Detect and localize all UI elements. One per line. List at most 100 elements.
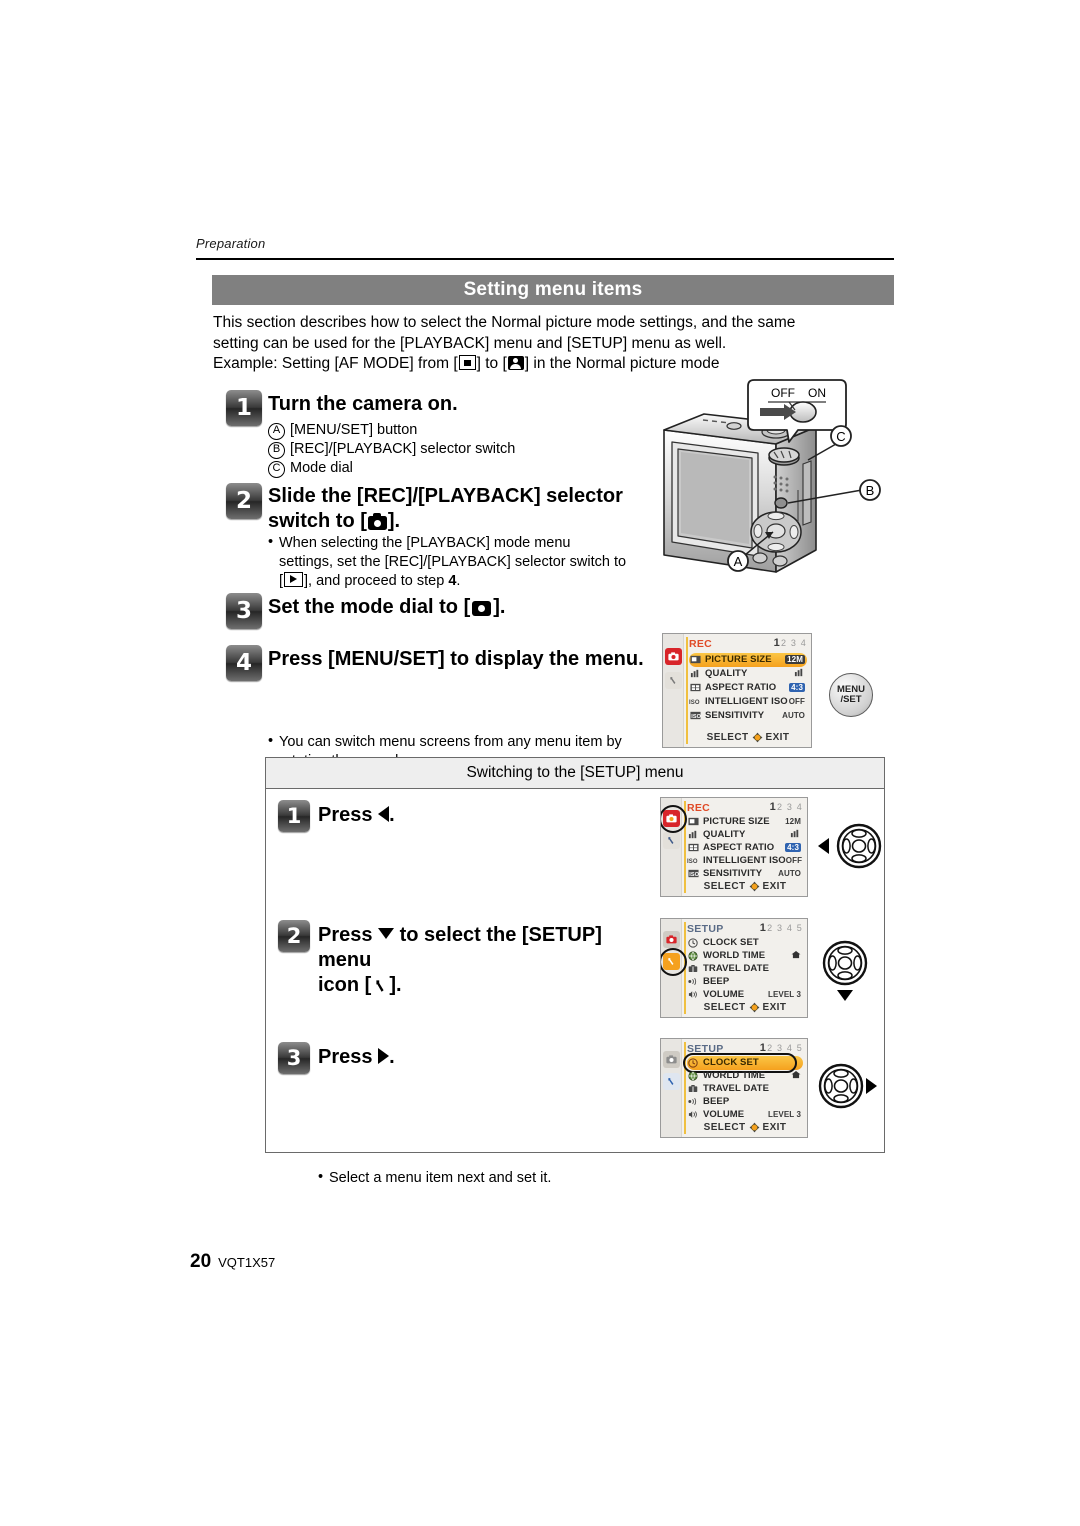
right-arrow-indicator <box>866 1078 877 1094</box>
beep-icon <box>687 1097 699 1106</box>
switch-on-label: ON <box>808 386 826 400</box>
lcd-setup-menu-sub3: SETUP 12 3 4 5 CLOCK SET WORLD TIME TRAV… <box>660 1038 808 1138</box>
menu-value: 4:3 <box>785 843 801 853</box>
dpad-left[interactable] <box>836 823 882 869</box>
svg-text:ISO: ISO <box>691 714 701 720</box>
lcd-title: REC <box>687 802 711 814</box>
tab-rec-icon[interactable] <box>663 1051 680 1068</box>
menu-row-beep[interactable]: BEEP <box>687 975 803 989</box>
menu-label: INTELLIGENT ISO <box>705 696 788 708</box>
manual-page: Preparation Setting menu items This sect… <box>0 0 1080 1526</box>
lcd-page-rest: 2 3 4 <box>780 638 807 648</box>
aspect-ratio-icon <box>689 683 701 692</box>
menu-row-travel-date[interactable]: TRAVEL DATE <box>687 962 803 976</box>
sub-step-2-title-line-1: Press to select the [SETUP] menu <box>318 923 658 973</box>
lcd-footer-select: SELECT <box>703 1001 746 1013</box>
step-3-title-suffix: ]. <box>493 596 506 618</box>
menu-row-beep[interactable]: BEEP <box>687 1095 803 1109</box>
tab-rec-icon[interactable] <box>663 931 680 948</box>
lcd-page-indicator: 12 3 4 <box>770 801 803 813</box>
menu-value: LEVEL 3 <box>767 990 801 1000</box>
menu-row-travel-date[interactable]: TRAVEL DATE <box>687 1082 803 1096</box>
menu-row-sensitivity[interactable]: ISO SENSITIVITY AUTO <box>689 709 807 723</box>
menu-value: AUTO <box>778 869 801 879</box>
down-arrow-indicator <box>837 990 853 1001</box>
lcd-footer-select: SELECT <box>703 880 746 892</box>
step-4-title: Press [MENU/SET] to display the menu. <box>268 648 644 670</box>
menu-label: INTELLIGENT ISO <box>703 855 786 867</box>
step-2-bullet: When selecting the [PLAYBACK] mode menu … <box>268 533 669 591</box>
lcd-title: REC <box>689 638 713 650</box>
world-time-icon <box>687 1071 699 1081</box>
dpad-svg <box>818 1063 864 1109</box>
lcd-footer-bar: SELECT EXIT <box>687 1000 803 1014</box>
lcd-title: SETUP <box>687 923 724 935</box>
menu-row-aspect-ratio[interactable]: ASPECT RATIO 4:3 <box>687 841 803 855</box>
tab-setup-icon[interactable] <box>663 832 680 849</box>
sub-step-3-bullet: Select a menu item next and set it. <box>318 1168 659 1188</box>
step-3-number: 3 <box>226 593 262 629</box>
menu-label: PICTURE SIZE <box>705 654 772 666</box>
sub-step-1-title-prefix: Press <box>318 804 379 826</box>
lcd-setup-menu-sub2: SETUP 12 3 4 5 CLOCK SET WORLD TIME TRAV… <box>660 918 808 1018</box>
spot-af-icon <box>458 355 476 370</box>
callout-b-letter: B <box>268 442 285 459</box>
lcd-page-rest: 2 3 4 5 <box>767 1043 803 1053</box>
face-detection-icon <box>507 356 524 370</box>
sub-step-2-number: 2 <box>278 920 310 952</box>
tab-setup-icon[interactable] <box>665 672 682 689</box>
menu-row-quality[interactable]: QUALITY <box>689 667 807 681</box>
step-1-number: 1 <box>226 390 262 426</box>
callout-c-text: Mode dial <box>290 460 353 476</box>
highlight-ellipse-tab <box>661 805 687 833</box>
camera-illustration: OFF ON C B A <box>648 372 898 587</box>
menu-value <box>791 1070 801 1081</box>
menu-row-intelligent-iso[interactable]: ISO INTELLIGENT ISO OFF <box>687 854 803 868</box>
dpad-down[interactable] <box>822 940 868 986</box>
menu-row-aspect-ratio[interactable]: ASPECT RATIO 4:3 <box>689 681 807 695</box>
dpad-right[interactable] <box>818 1063 864 1109</box>
lcd-rec-menu-sub1: REC 12 3 4 PICTURE SIZE 12M QUALITY ASPE… <box>660 797 808 897</box>
quality-icon <box>689 669 701 678</box>
step-1-title: Turn the camera on. <box>268 393 458 415</box>
header-rule <box>196 258 894 260</box>
lcd-page-current: 1 <box>773 637 781 649</box>
menu-set-button[interactable]: MENU /SET <box>829 673 873 717</box>
rec-mode-camera-icon <box>367 513 387 530</box>
menu-row-quality[interactable]: QUALITY <box>687 828 803 842</box>
step-4-bullet-line-1: You can switch menu screens from any men… <box>279 734 622 750</box>
menu-label: SENSITIVITY <box>703 868 763 880</box>
tab-setup-icon[interactable] <box>663 1073 680 1090</box>
menu-row-picture-size[interactable]: PICTURE SIZE 12M <box>687 815 803 829</box>
menu-label: WORLD TIME <box>703 1070 766 1082</box>
step-4-number: 4 <box>226 645 262 681</box>
joystick-icon <box>749 1122 760 1133</box>
callout-b: B [REC]/[PLAYBACK] selector switch <box>268 440 668 459</box>
step-2-number: 2 <box>226 483 262 519</box>
left-arrow-indicator <box>818 838 829 854</box>
step-2-bullet-line-3-prefix: [ <box>279 573 284 589</box>
menu-row-clock-set[interactable]: CLOCK SET <box>687 936 803 950</box>
normal-picture-mode-icon <box>472 601 492 616</box>
step-3-title-prefix: Set the mode dial to [ <box>268 596 471 618</box>
intelligent-iso-icon: ISO <box>687 856 699 865</box>
step-2-bullet-line-2: settings, set the [REC]/[PLAYBACK] selec… <box>279 554 627 570</box>
wrench-glyph <box>668 1078 674 1086</box>
sub-step-1-title: Press . <box>318 803 618 828</box>
joystick-icon <box>749 1002 760 1013</box>
menu-row-world-time[interactable]: WORLD TIME <box>687 1069 803 1083</box>
menu-row-picture-size[interactable]: PICTURE SIZE 12M <box>689 653 807 667</box>
menu-row-world-time[interactable]: WORLD TIME <box>687 949 803 963</box>
step-3-title: Set the mode dial to []. <box>268 595 668 620</box>
intro-line-3-mid: ] to [ <box>476 355 507 372</box>
menu-label: TRAVEL DATE <box>703 1083 770 1095</box>
menu-label: VOLUME <box>703 1109 745 1121</box>
aspect-ratio-icon <box>687 843 699 852</box>
menu-row-intelligent-iso[interactable]: ISO INTELLIGENT ISO OFF <box>689 695 807 709</box>
step-1-callouts: A [MENU/SET] button B [REC]/[PLAYBACK] sel… <box>268 421 668 478</box>
menu-value: LEVEL 3 <box>767 1110 801 1120</box>
menu-value: OFF <box>788 697 805 707</box>
menu-label: CLOCK SET <box>703 937 759 949</box>
tab-rec-icon[interactable] <box>665 648 682 665</box>
menu-label: TRAVEL DATE <box>703 963 770 975</box>
